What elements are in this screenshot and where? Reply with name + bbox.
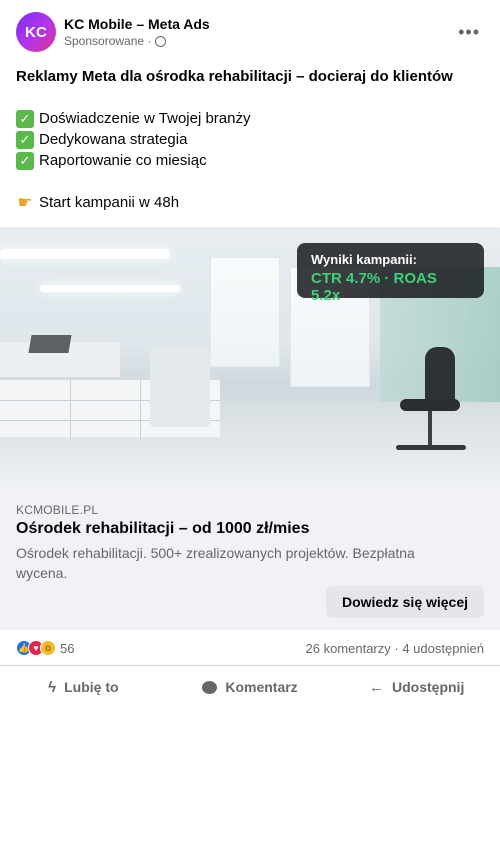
page-name[interactable]: KC Mobile – Meta Ads (64, 16, 210, 32)
pointing-hand-icon: ☛ (17, 193, 33, 212)
share-button[interactable]: ← Udostępnij (333, 667, 500, 707)
benefit-text: Raportowanie co miesiąc (39, 152, 207, 169)
check-icon: ✓ (16, 109, 34, 128)
comment-label: Komentarz (225, 679, 298, 695)
check-icon: ✓ (16, 130, 34, 149)
check-icon: ✓ (16, 151, 34, 170)
ceiling-light (0, 249, 170, 259)
like-label: Lubię to (64, 679, 119, 695)
medical-equipment (150, 347, 210, 427)
wow-reaction-icon: o (40, 640, 56, 656)
reactions-summary[interactable]: 👍 ♥ o 56 (16, 640, 74, 656)
ad-image[interactable]: Wyniki kampanii: CTR 4.7% · ROAS 5.2x (0, 227, 500, 489)
benefit-text: Doświadczenie w Twojej branży (39, 110, 251, 127)
reaction-count: 56 (60, 640, 75, 656)
results-overlay: Wyniki kampanii: CTR 4.7% · ROAS 5.2x (297, 243, 484, 304)
action-bar: ϟ Lubię to Komentarz ← Udostępnij (0, 667, 500, 707)
monitor (28, 335, 72, 353)
sponsored-text: Sponsorowane · (64, 34, 152, 48)
learn-more-button[interactable]: Dowiedz się więcej (326, 586, 484, 618)
like-icon: ϟ (48, 678, 57, 696)
link-preview[interactable]: KCMOBILE.PL Ośrodek rehabilitacji – od 1… (0, 489, 500, 630)
comment-icon (202, 680, 218, 694)
post-headline: Reklamy Meta dla ośrodka rehabilitacji –… (16, 68, 453, 85)
engagement-stats: 👍 ♥ o 56 26 komentarzy · 4 udostępnień (0, 630, 500, 666)
cabinet-divider (70, 380, 71, 440)
chair (425, 347, 455, 407)
link-domain: KCMOBILE.PL (16, 503, 99, 517)
benefit-item: ✓ Dedykowana strategia (16, 129, 486, 150)
overlay-value: CTR 4.7% · ROAS 5.2x (311, 270, 437, 304)
chair-base (396, 445, 466, 450)
ceiling-light (40, 285, 180, 292)
comments-shares-count[interactable]: 26 komentarzy · 4 udostępnień (306, 641, 485, 656)
globe-icon (155, 35, 167, 47)
window (210, 257, 280, 367)
comment-button[interactable]: Komentarz (167, 667, 334, 707)
avatar[interactable]: KC (16, 12, 56, 52)
cta-line: ☛ Start kampanii w 48h (16, 192, 486, 213)
overlay-label: Wyniki kampanii: (311, 252, 417, 267)
benefit-item: ✓ Raportowanie co miesiąc (16, 150, 486, 171)
chair-post (428, 411, 432, 446)
sponsored-label: Sponsorowane · (64, 34, 167, 48)
cta-line-text: Start kampanii w 48h (39, 194, 180, 211)
like-button[interactable]: ϟ Lubię to (0, 667, 167, 707)
chair-seat (400, 399, 460, 411)
cabinet-divider (140, 380, 141, 440)
share-icon: ← (369, 678, 384, 696)
link-title[interactable]: Ośrodek rehabilitacji – od 1000 zł/mies (16, 520, 309, 538)
post-header: KC KC Mobile – Meta Ads Sponsorowane · •… (0, 0, 500, 60)
benefit-text: Dedykowana strategia (39, 131, 188, 148)
link-description: Ośrodek rehabilitacji. 500+ zrealizowany… (16, 545, 415, 581)
share-label: Udostępnij (392, 679, 465, 695)
more-options-icon[interactable]: ••• (458, 22, 480, 42)
post-text: Reklamy Meta dla ośrodka rehabilitacji –… (16, 66, 486, 213)
benefit-item: ✓ Doświadczenie w Twojej branży (16, 108, 486, 129)
